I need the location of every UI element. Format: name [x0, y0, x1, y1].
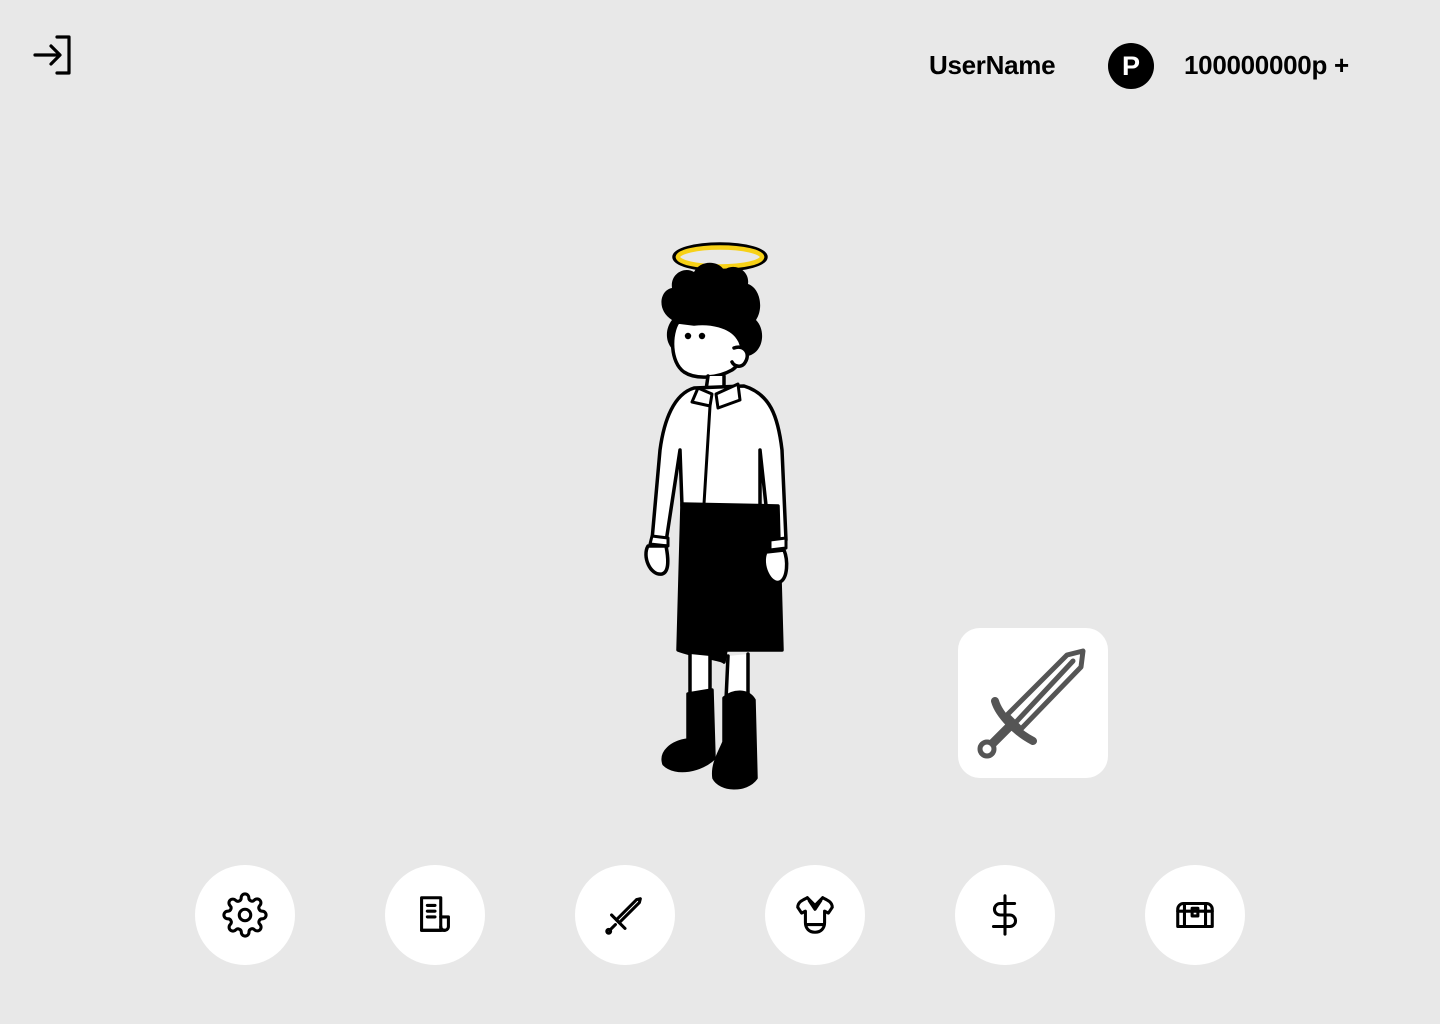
equipped-weapon-slot[interactable]: [958, 628, 1108, 778]
point-symbol: P: [1121, 50, 1140, 81]
chest-icon: [1176, 901, 1214, 929]
game-screen: UserName P 100000000p +: [0, 0, 1440, 1024]
quests-button[interactable]: [385, 865, 485, 965]
login-icon[interactable]: [30, 33, 76, 77]
inventory-button[interactable]: [1145, 865, 1245, 965]
point-icon: P: [1108, 43, 1154, 89]
sword-icon: [977, 648, 1086, 759]
settings-button[interactable]: [195, 865, 295, 965]
weapons-button[interactable]: [575, 865, 675, 965]
sword-icon: [605, 897, 642, 935]
point-balance: 100000000p +: [1184, 50, 1349, 80]
user-name: UserName: [929, 50, 1056, 80]
gear-icon: [222, 892, 268, 938]
dollar-icon: [991, 894, 1018, 936]
document-icon: [420, 896, 450, 932]
angel-character: [620, 230, 820, 800]
armor-button[interactable]: [765, 865, 865, 965]
armor-icon: [796, 896, 834, 934]
shop-button[interactable]: [955, 865, 1055, 965]
